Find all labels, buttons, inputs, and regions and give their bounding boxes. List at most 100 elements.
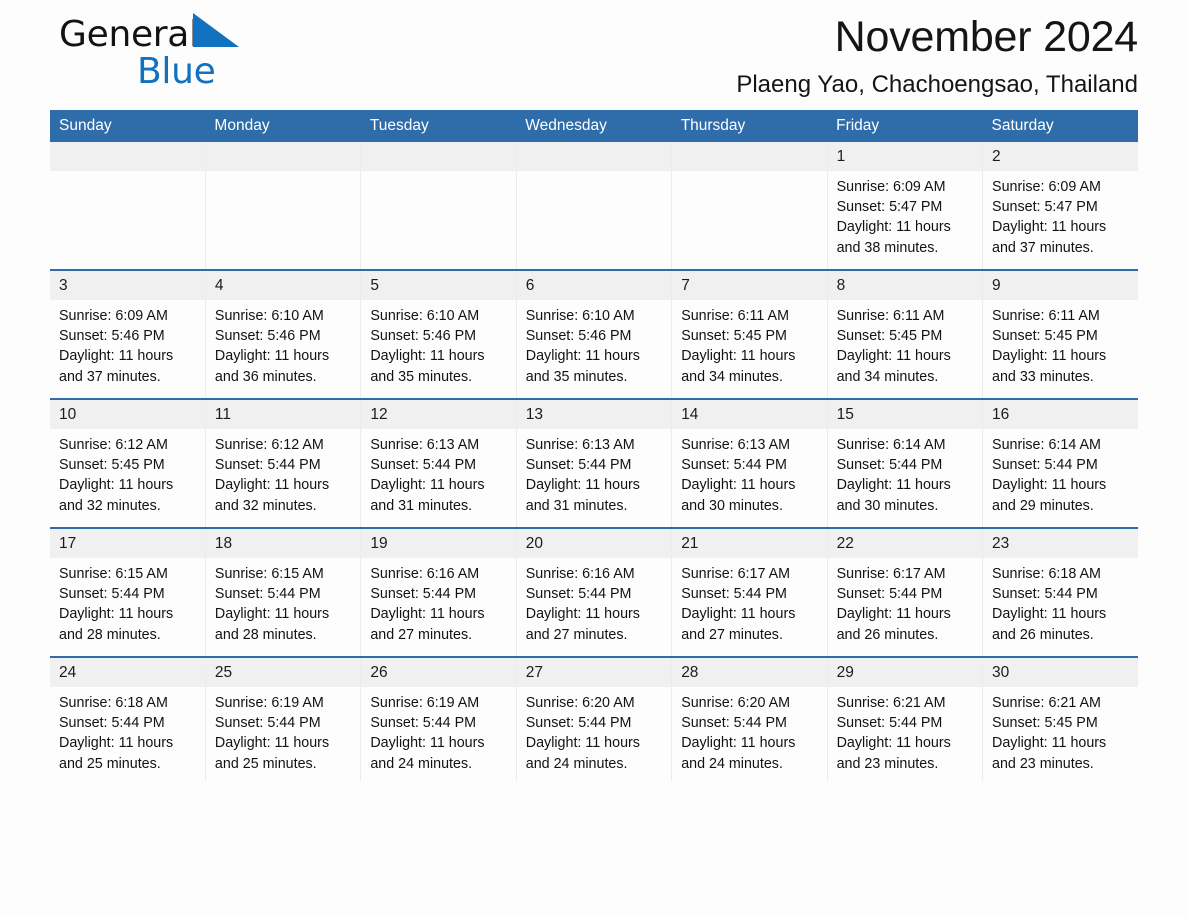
day-number: 19 — [361, 529, 516, 558]
calendar-day-cell[interactable]: 20 Sunrise: 6:16 AM Sunset: 5:44 PM Dayl… — [515, 527, 672, 657]
calendar-week-row: 10 Sunrise: 6:12 AM Sunset: 5:45 PM Dayl… — [50, 398, 1138, 528]
title-block: November 2024 Plaeng Yao, Chachoengsao, … — [736, 0, 1138, 100]
calendar-day-cell[interactable]: 6 Sunrise: 6:10 AM Sunset: 5:46 PM Dayli… — [515, 269, 672, 399]
daylight-text-line2: and 25 minutes. — [214, 755, 317, 772]
calendar-day-cell[interactable] — [204, 142, 361, 270]
sunrise-text: Sunrise: 6:09 AM — [59, 308, 168, 324]
calendar-day-cell[interactable]: 7 Sunrise: 6:11 AM Sunset: 5:45 PM Dayli… — [671, 269, 828, 399]
daylight-text-line1: Daylight: 11 hours — [214, 477, 330, 494]
day-details: Sunrise: 6:11 AM Sunset: 5:45 PM Dayligh… — [828, 300, 982, 398]
daylight-text-line2: and 23 minutes. — [836, 755, 939, 772]
calendar-day-cell[interactable]: 9 Sunrise: 6:11 AM Sunset: 5:45 PM Dayli… — [982, 269, 1138, 399]
calendar-day-cell[interactable]: 3 Sunrise: 6:09 AM Sunset: 5:46 PM Dayli… — [50, 269, 206, 399]
daylight-text-line1: Daylight: 11 hours — [370, 348, 485, 365]
calendar-day-cell[interactable] — [671, 142, 828, 270]
weekday-header-sunday: Sunday — [50, 110, 206, 142]
calendar-day-cell[interactable]: 1 Sunrise: 6:09 AM Sunset: 5:47 PM Dayli… — [826, 142, 983, 270]
daylight-text-line1: Daylight: 11 hours — [836, 348, 951, 365]
calendar-day-cell[interactable]: 30 Sunrise: 6:21 AM Sunset: 5:45 PM Dayl… — [982, 656, 1138, 781]
daylight-text-line2: and 24 minutes. — [370, 755, 473, 772]
sunset-text: Sunset: 5:44 PM — [59, 586, 165, 603]
calendar-day-cell[interactable]: 2 Sunrise: 6:09 AM Sunset: 5:47 PM Dayli… — [982, 142, 1138, 270]
day-details — [361, 171, 515, 269]
calendar-day-cell[interactable]: 25 Sunrise: 6:19 AM Sunset: 5:44 PM Dayl… — [204, 656, 361, 781]
day-number: 24 — [50, 658, 205, 687]
sunrise-text: Sunrise: 6:10 AM — [370, 308, 480, 324]
calendar-day-cell[interactable]: 4 Sunrise: 6:10 AM Sunset: 5:46 PM Dayli… — [204, 269, 361, 399]
daylight-text-line2: and 24 minutes. — [681, 755, 783, 772]
calendar-day-cell[interactable]: 24 Sunrise: 6:18 AM Sunset: 5:44 PM Dayl… — [50, 656, 206, 781]
day-details: Sunrise: 6:13 AM Sunset: 5:44 PM Dayligh… — [361, 429, 515, 527]
sunset-text: Sunset: 5:47 PM — [836, 199, 943, 216]
calendar-day-cell[interactable] — [515, 142, 672, 270]
day-details — [517, 171, 671, 269]
calendar-day-cell[interactable]: 28 Sunrise: 6:20 AM Sunset: 5:44 PM Dayl… — [671, 656, 828, 781]
calendar-day-cell[interactable]: 17 Sunrise: 6:15 AM Sunset: 5:44 PM Dayl… — [50, 527, 206, 657]
sunrise-text: Sunrise: 6:15 AM — [59, 566, 168, 582]
calendar-day-cell[interactable]: 12 Sunrise: 6:13 AM Sunset: 5:44 PM Dayl… — [360, 398, 517, 528]
calendar-day-cell[interactable]: 13 Sunrise: 6:13 AM Sunset: 5:44 PM Dayl… — [515, 398, 672, 528]
daylight-text-line2: and 30 minutes. — [836, 497, 939, 514]
sunrise-text: Sunrise: 6:19 AM — [370, 695, 480, 711]
daylight-text-line1: Daylight: 11 hours — [681, 348, 796, 365]
day-number: 11 — [205, 400, 361, 429]
sunrise-text: Sunrise: 6:12 AM — [214, 437, 324, 453]
day-details: Sunrise: 6:14 AM Sunset: 5:44 PM Dayligh… — [828, 429, 982, 527]
brand-name-general: General — [59, 14, 199, 55]
sunrise-text: Sunrise: 6:10 AM — [525, 308, 635, 324]
day-details: Sunrise: 6:18 AM Sunset: 5:44 PM Dayligh… — [983, 558, 1138, 656]
calendar-day-cell[interactable]: 16 Sunrise: 6:14 AM Sunset: 5:44 PM Dayl… — [982, 398, 1138, 528]
day-details: Sunrise: 6:10 AM Sunset: 5:46 PM Dayligh… — [361, 300, 515, 398]
calendar-table: Sunday Monday Tuesday Wednesday Thursday… — [50, 110, 1138, 781]
calendar-day-cell[interactable]: 27 Sunrise: 6:20 AM Sunset: 5:44 PM Dayl… — [515, 656, 672, 781]
sunset-text: Sunset: 5:44 PM — [370, 715, 477, 732]
sunset-text: Sunset: 5:44 PM — [681, 457, 787, 474]
sunset-text: Sunset: 5:44 PM — [214, 457, 321, 474]
daylight-text-line1: Daylight: 11 hours — [59, 606, 174, 623]
day-number: 12 — [361, 400, 516, 429]
calendar-day-cell[interactable]: 21 Sunrise: 6:17 AM Sunset: 5:44 PM Dayl… — [671, 527, 828, 657]
calendar-day-cell[interactable]: 15 Sunrise: 6:14 AM Sunset: 5:44 PM Dayl… — [826, 398, 983, 528]
day-details: Sunrise: 6:11 AM Sunset: 5:45 PM Dayligh… — [983, 300, 1138, 398]
calendar-day-cell[interactable]: 14 Sunrise: 6:13 AM Sunset: 5:44 PM Dayl… — [671, 398, 828, 528]
calendar-day-cell[interactable]: 23 Sunrise: 6:18 AM Sunset: 5:44 PM Dayl… — [982, 527, 1138, 657]
calendar-day-cell[interactable] — [50, 142, 206, 270]
calendar-day-cell[interactable]: 22 Sunrise: 6:17 AM Sunset: 5:44 PM Dayl… — [826, 527, 983, 657]
calendar-day-cell[interactable]: 29 Sunrise: 6:21 AM Sunset: 5:44 PM Dayl… — [826, 656, 983, 781]
day-number: 17 — [50, 529, 205, 558]
daylight-text-line2: and 32 minutes. — [214, 497, 317, 514]
calendar-week-row: 17 Sunrise: 6:15 AM Sunset: 5:44 PM Dayl… — [50, 527, 1138, 657]
calendar-day-cell[interactable]: 26 Sunrise: 6:19 AM Sunset: 5:44 PM Dayl… — [360, 656, 517, 781]
sunrise-text: Sunrise: 6:09 AM — [836, 179, 946, 195]
calendar-week-row: 3 Sunrise: 6:09 AM Sunset: 5:46 PM Dayli… — [50, 269, 1138, 399]
daylight-text-line2: and 27 minutes. — [681, 626, 783, 643]
calendar-day-cell[interactable]: 10 Sunrise: 6:12 AM Sunset: 5:45 PM Dayl… — [50, 398, 206, 528]
calendar-day-cell[interactable]: 19 Sunrise: 6:16 AM Sunset: 5:44 PM Dayl… — [360, 527, 517, 657]
sunrise-text: Sunrise: 6:11 AM — [836, 308, 945, 324]
day-number — [516, 142, 672, 171]
calendar-day-cell[interactable]: 5 Sunrise: 6:10 AM Sunset: 5:46 PM Dayli… — [360, 269, 517, 399]
sunset-text: Sunset: 5:44 PM — [525, 715, 632, 732]
calendar-day-cell[interactable]: 18 Sunrise: 6:15 AM Sunset: 5:44 PM Dayl… — [204, 527, 361, 657]
day-number: 15 — [827, 400, 983, 429]
calendar-day-cell[interactable] — [360, 142, 517, 270]
daylight-text-line2: and 31 minutes. — [525, 497, 628, 514]
daylight-text-line2: and 31 minutes. — [370, 497, 473, 514]
calendar-day-cell[interactable]: 11 Sunrise: 6:12 AM Sunset: 5:44 PM Dayl… — [204, 398, 361, 528]
sunset-text: Sunset: 5:44 PM — [370, 586, 477, 603]
day-details: Sunrise: 6:14 AM Sunset: 5:44 PM Dayligh… — [983, 429, 1138, 527]
daylight-text-line1: Daylight: 11 hours — [214, 606, 330, 623]
sunrise-text: Sunrise: 6:20 AM — [681, 695, 791, 711]
day-details: Sunrise: 6:09 AM Sunset: 5:47 PM Dayligh… — [983, 171, 1138, 269]
day-details: Sunrise: 6:19 AM Sunset: 5:44 PM Dayligh… — [361, 687, 515, 781]
sunset-text: Sunset: 5:44 PM — [525, 457, 632, 474]
day-details — [206, 171, 360, 269]
day-number: 10 — [50, 400, 205, 429]
sunrise-text: Sunrise: 6:17 AM — [836, 566, 946, 582]
brand-logo[interactable]: General Blue — [59, 12, 319, 102]
sunset-text: Sunset: 5:45 PM — [59, 457, 165, 474]
day-number: 4 — [205, 271, 361, 300]
sunset-text: Sunset: 5:44 PM — [992, 586, 1098, 603]
day-details: Sunrise: 6:09 AM Sunset: 5:47 PM Dayligh… — [828, 171, 982, 269]
calendar-day-cell[interactable]: 8 Sunrise: 6:11 AM Sunset: 5:45 PM Dayli… — [826, 269, 983, 399]
